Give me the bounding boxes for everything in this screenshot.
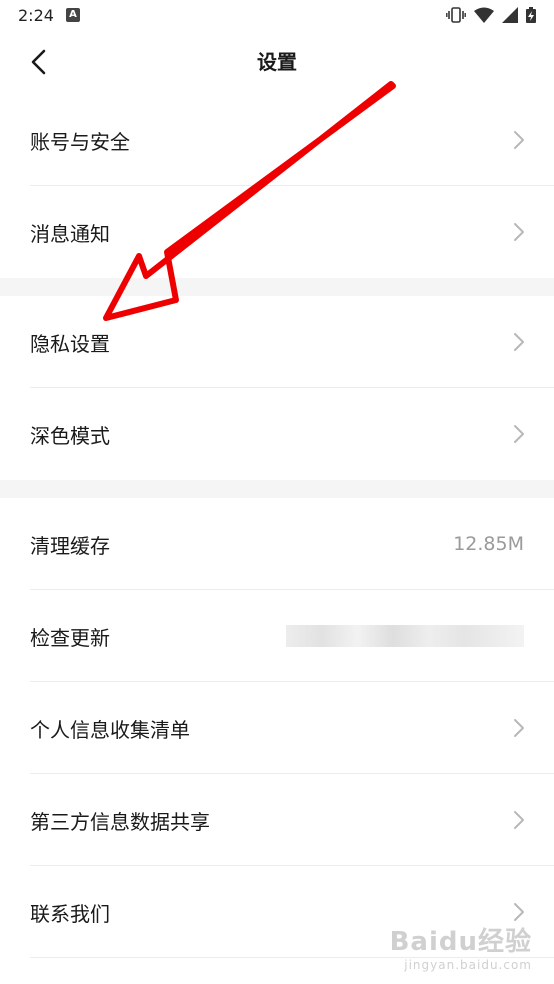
settings-item-label: 清理缓存 [30,533,110,558]
notification-a-icon: A [65,8,80,22]
vibrate-icon [446,7,466,23]
battery-charging-icon [526,7,536,23]
settings-list: 账号与安全 消息通知 隐私设置 深色模式 清理缓存 12.85M 检查更新 个人… [0,94,554,958]
wifi-icon [474,7,494,23]
settings-item-check-update[interactable]: 检查更新 [0,590,554,682]
settings-item-label: 个人信息收集清单 [30,717,190,742]
baidu-watermark: Baidu经验 jingyan.baidu.com [390,921,532,972]
settings-item-label: 深色模式 [30,423,110,448]
settings-item-personal-info-list[interactable]: 个人信息收集清单 [0,682,554,774]
section-separator [0,480,554,498]
status-right [446,7,536,23]
watermark-logo: Baidu经验 [389,927,532,957]
status-bar: 2:24 A [0,0,554,30]
chevron-right-icon [514,131,524,149]
settings-item-label: 账号与安全 [30,129,130,154]
cache-size-value: 12.85M [453,533,524,555]
watermark-url: jingyan.baidu.com [404,958,532,972]
settings-item-label: 联系我们 [30,901,110,926]
settings-item-label: 隐私设置 [30,331,110,356]
settings-item-privacy[interactable]: 隐私设置 [0,296,554,388]
settings-item-clear-cache[interactable]: 清理缓存 12.85M [0,498,554,590]
nav-bar: 设置 [0,30,554,92]
blurred-version-info [286,625,524,647]
chevron-right-icon [514,903,524,921]
chevron-right-icon [514,811,524,829]
chevron-right-icon [514,223,524,241]
status-left: 2:24 A [18,6,80,25]
section-separator [0,278,554,296]
cell-signal-icon [502,7,518,23]
settings-item-dark-mode[interactable]: 深色模式 [0,388,554,480]
chevron-right-icon [514,425,524,443]
chevron-right-icon [514,333,524,351]
settings-item-third-party-sharing[interactable]: 第三方信息数据共享 [0,774,554,866]
status-time: 2:24 [18,5,54,25]
settings-item-label: 检查更新 [30,625,110,650]
settings-item-account-security[interactable]: 账号与安全 [0,94,554,186]
settings-item-label: 第三方信息数据共享 [30,809,210,834]
chevron-right-icon [514,719,524,737]
settings-item-label: 消息通知 [30,221,110,246]
page-title: 设置 [257,50,297,74]
settings-item-notifications[interactable]: 消息通知 [0,186,554,278]
